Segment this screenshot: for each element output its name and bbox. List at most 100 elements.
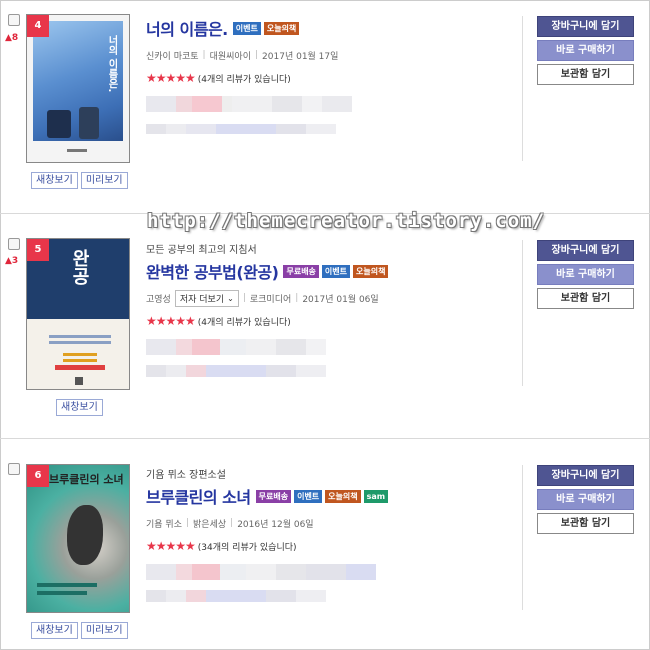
- book-title[interactable]: 완벽한 공부법(완공): [146, 259, 279, 283]
- select-checkbox[interactable]: [8, 238, 20, 250]
- book-title[interactable]: 너의 이름은.: [146, 16, 228, 40]
- action-buttons: 장바구니에 담기 바로 구매하기 보관함 담기: [537, 240, 634, 309]
- review-count-link[interactable]: (4개의 리뷰가 있습니다): [198, 315, 291, 328]
- save-to-wishlist-button[interactable]: 보관함 담기: [537, 513, 634, 534]
- event-tag: 이벤트: [294, 489, 323, 503]
- book-title[interactable]: 브루클린의 소녀: [146, 484, 251, 508]
- meta-separator: |: [202, 50, 206, 60]
- cover-title: 브루클린의 소녀: [49, 473, 124, 486]
- cover-text-line: [55, 365, 105, 370]
- rank-badge: 6: [27, 465, 49, 487]
- sam-tag: sam: [363, 489, 389, 503]
- book-cover[interactable]: 4 너의 이름은.: [26, 14, 130, 163]
- add-to-cart-button[interactable]: 장바구니에 담기: [537, 240, 634, 261]
- free-shipping-tag: 무료배송: [255, 489, 292, 503]
- new-window-button[interactable]: 새창보기: [31, 622, 78, 639]
- cover-title: 너의 이름은.: [106, 35, 117, 93]
- action-buttons: 장바구니에 담기 바로 구매하기 보관함 담기: [537, 16, 634, 85]
- meta-separator: |: [255, 50, 259, 60]
- meta-separator: |: [295, 293, 299, 303]
- author-more-dropdown[interactable]: 저자 더보기 ⌄: [174, 289, 239, 307]
- buy-now-button[interactable]: 바로 구매하기: [537, 40, 634, 61]
- buy-now-button[interactable]: 바로 구매하기: [537, 264, 634, 285]
- review-count-link[interactable]: (34개의 리뷰가 있습니다): [198, 540, 297, 553]
- row-divider: [0, 438, 650, 439]
- book-subtitle: 기욤 뮈소 장편소설: [146, 470, 226, 481]
- look-inside-button[interactable]: 미리보기: [80, 172, 128, 189]
- title-line: 완벽한 공부법(완공) 무료배송 이벤트 오늘의책: [146, 259, 516, 283]
- rank-change: ▲8: [5, 33, 19, 43]
- book-meta: 기욤 뮈소 | 밝은세상 | 2016년 12월 06일: [146, 514, 516, 532]
- todays-book-tag: 오늘의책: [325, 489, 361, 503]
- rank-badge: 4: [27, 15, 49, 37]
- book-info: 기욤 뮈소 장편소설 브루클린의 소녀 무료배송 이벤트 오늘의책 sam 기욤…: [146, 466, 516, 602]
- add-to-cart-button[interactable]: 장바구니에 담기: [537, 16, 634, 37]
- cover-publisher-mark: [67, 149, 87, 152]
- new-window-button[interactable]: 새창보기: [31, 172, 78, 189]
- rating-stars: ★★★★★: [146, 539, 196, 553]
- author-more-label: 저자 더보기: [179, 294, 225, 305]
- preview-buttons: 새창보기 미리보기: [31, 172, 128, 189]
- preview-buttons: 새창보기 미리보기: [31, 622, 128, 639]
- publisher-link[interactable]: 로크미디어: [250, 292, 291, 305]
- cover-text-line: [37, 591, 87, 595]
- blurred-price-info: [146, 339, 516, 355]
- cover-publisher-mark: [75, 377, 83, 385]
- meta-separator: |: [242, 293, 246, 303]
- cover-text-line: [49, 335, 111, 338]
- review-count-link[interactable]: (4개의 리뷰가 있습니다): [198, 72, 291, 85]
- rank-change: ▲3: [5, 256, 19, 266]
- book-meta: 고영성 저자 더보기 ⌄ | 로크미디어 | 2017년 01월 06일: [146, 289, 516, 307]
- todays-book-tag: 오늘의책: [353, 264, 389, 278]
- action-buttons: 장바구니에 담기 바로 구매하기 보관함 담기: [537, 465, 634, 534]
- free-shipping-tag: 무료배송: [283, 264, 319, 278]
- cover-figure: [67, 505, 103, 565]
- book-subtitle: 모든 공부의 최고의 지침서: [146, 245, 257, 256]
- title-line: 브루클린의 소녀 무료배송 이벤트 오늘의책 sam: [146, 484, 516, 508]
- cover-figure: [47, 110, 71, 138]
- book-meta: 신카이 마코토 | 대원씨아이 | 2017년 01월 17일: [146, 46, 516, 64]
- blurred-price-info: [146, 96, 516, 112]
- book-cover[interactable]: 5 완공: [26, 238, 130, 390]
- vertical-divider: [522, 16, 523, 161]
- cover-text-line: [63, 359, 97, 362]
- rating: ★★★★★ (34개의 리뷰가 있습니다): [146, 538, 516, 554]
- rating: ★★★★★ (4개의 리뷰가 있습니다): [146, 313, 516, 329]
- blurred-price-info: [146, 564, 516, 580]
- save-to-wishlist-button[interactable]: 보관함 담기: [537, 64, 634, 85]
- publish-date: 2016년 12월 06일: [237, 519, 314, 530]
- todays-book-tag: 오늘의책: [263, 21, 300, 35]
- select-checkbox[interactable]: [8, 463, 20, 475]
- vertical-divider: [522, 240, 523, 386]
- author-link[interactable]: 신카이 마코토: [146, 49, 199, 62]
- publish-date: 2017년 01월 06일: [302, 294, 379, 305]
- author-link[interactable]: 기욤 뮈소: [146, 517, 182, 530]
- cover-text-line: [49, 341, 111, 344]
- blurred-point-info: [146, 124, 516, 134]
- meta-separator: |: [230, 518, 234, 528]
- book-cover[interactable]: 6 브루클린의 소녀: [26, 464, 130, 613]
- vertical-divider: [522, 465, 523, 610]
- rank-badge: 5: [27, 239, 49, 261]
- select-checkbox[interactable]: [8, 14, 20, 26]
- publisher-link[interactable]: 밝은세상: [193, 517, 226, 530]
- meta-separator: |: [185, 518, 190, 528]
- look-inside-button[interactable]: 미리보기: [80, 622, 128, 639]
- cover-text-line: [37, 583, 97, 587]
- event-tag: 이벤트: [232, 21, 261, 35]
- title-line: 너의 이름은. 이벤트 오늘의책: [146, 16, 516, 40]
- rating-stars: ★★★★★: [146, 314, 196, 328]
- save-to-wishlist-button[interactable]: 보관함 담기: [537, 288, 634, 309]
- book-info: 모든 공부의 최고의 지침서 완벽한 공부법(완공) 무료배송 이벤트 오늘의책…: [146, 241, 516, 377]
- preview-buttons: 새창보기: [56, 399, 103, 416]
- watermark-text: http://themecreator.tistory.com/: [147, 210, 546, 232]
- publisher-link[interactable]: 대원씨아이: [210, 49, 251, 62]
- add-to-cart-button[interactable]: 장바구니에 담기: [537, 465, 634, 486]
- blurred-point-info: [146, 365, 516, 377]
- new-window-button[interactable]: 새창보기: [56, 399, 103, 416]
- book-info: 너의 이름은. 이벤트 오늘의책 신카이 마코토 | 대원씨아이 | 2017년…: [146, 16, 516, 134]
- author-link[interactable]: 고영성: [146, 292, 171, 305]
- blurred-point-info: [146, 590, 516, 602]
- event-tag: 이벤트: [321, 264, 351, 278]
- buy-now-button[interactable]: 바로 구매하기: [537, 489, 634, 510]
